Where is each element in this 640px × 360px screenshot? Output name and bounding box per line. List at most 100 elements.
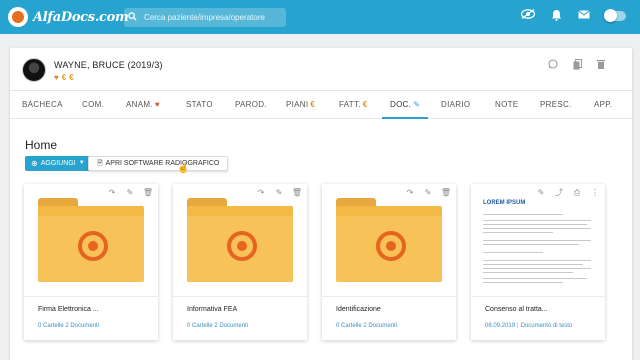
- eye-icon[interactable]: [520, 9, 536, 23]
- trash-icon[interactable]: [592, 59, 610, 73]
- mail-icon[interactable]: [576, 9, 592, 23]
- patient-info: WAYNE, BRUCE (2019/3) ♥ € €: [54, 58, 163, 82]
- card-title: Consenso al tratta...: [485, 306, 548, 313]
- plus-circle-icon: ⊕: [31, 159, 38, 168]
- add-button-label: AGGIUNGI: [40, 160, 76, 167]
- patient-name: WAYNE, BRUCE (2019/3): [54, 60, 163, 70]
- share-icon[interactable]: ⤴: [553, 188, 565, 198]
- tab-presc[interactable]: PRESC.: [540, 91, 572, 119]
- folder-card[interactable]: ↷ ✎ 🗑 Informativa FEA 0 Cartelle 2 Docum…: [173, 184, 307, 340]
- patient-header: WAYNE, BRUCE (2019/3) ♥ € €: [22, 58, 163, 82]
- bell-icon[interactable]: [548, 9, 564, 23]
- top-bar: AlfaDocs.com: [0, 0, 640, 34]
- card-meta: 08.09.2019 | Documento di testo: [485, 323, 573, 329]
- tab-piani[interactable]: PIANI €: [286, 91, 315, 119]
- tab-label: PRESC.: [540, 100, 572, 109]
- card-date: 08.09.2019: [485, 323, 516, 329]
- trash-icon[interactable]: 🗑: [142, 188, 154, 198]
- open-radiographic-software-button[interactable]: 🗎 APRI SOFTWARE RADIOGRAFICO: [88, 156, 229, 171]
- logo-text: AlfaDocs.com: [33, 9, 129, 25]
- page-title: Home: [25, 138, 58, 152]
- tab-fatt[interactable]: FATT. €: [339, 91, 368, 119]
- trash-icon[interactable]: 🗑: [440, 188, 452, 198]
- print-icon[interactable]: ⎙: [571, 188, 583, 198]
- lion-logo-icon: [227, 231, 257, 261]
- whatsapp-icon[interactable]: [544, 59, 562, 73]
- card-meta: 0 Cartelle 2 Documenti: [336, 323, 398, 329]
- tab-label: APP.: [594, 100, 613, 109]
- divider: [322, 296, 456, 297]
- tab-stato[interactable]: STATO: [186, 91, 213, 119]
- tab-label: STATO: [186, 100, 213, 109]
- search-bar: [124, 8, 286, 27]
- mouse-pointer-icon: ☝: [177, 163, 190, 174]
- edit-icon[interactable]: ✎: [273, 188, 285, 198]
- folder-icon: [187, 198, 293, 282]
- trash-icon[interactable]: 🗑: [291, 188, 303, 198]
- lion-logo-icon: [78, 231, 108, 261]
- edit-icon[interactable]: ✎: [535, 188, 547, 198]
- redo-icon[interactable]: ↷: [106, 188, 118, 198]
- tab-diario[interactable]: DIARIO: [441, 91, 470, 119]
- tab-label: NOTE: [495, 100, 519, 109]
- copy-icon[interactable]: [568, 59, 586, 73]
- tab-label: FATT.: [339, 100, 361, 109]
- card-actions: ✎ ⤴ ⎙ ⋮: [529, 188, 601, 198]
- avatar[interactable]: [22, 58, 46, 82]
- caret-down-icon: ▼: [78, 160, 85, 166]
- divider: [173, 296, 307, 297]
- add-button[interactable]: ⊕ AGGIUNGI ▼: [25, 156, 91, 171]
- folder-card[interactable]: ↷ ✎ 🗑 Identificazione 0 Cartelle 2 Docum…: [322, 184, 456, 340]
- folder-card[interactable]: ↷ ✎ 🗑 Firma Elettronica ... 0 Cartelle 2…: [24, 184, 158, 340]
- card-title: Identificazione: [336, 306, 381, 313]
- card-actions: ↷ ✎ 🗑: [398, 188, 452, 198]
- theme-toggle[interactable]: [604, 9, 626, 22]
- search-icon: [128, 11, 144, 24]
- lion-logo-icon: [376, 231, 406, 261]
- redo-icon[interactable]: ↷: [404, 188, 416, 198]
- redo-icon[interactable]: ↷: [255, 188, 267, 198]
- heart-icon: ♥: [54, 73, 59, 82]
- preview-logo: LOREM IPSUM: [483, 200, 526, 206]
- more-vert-icon[interactable]: ⋮: [589, 188, 601, 198]
- tab-app[interactable]: APP.: [594, 91, 612, 119]
- tab-anam[interactable]: ANAM. ♥: [126, 91, 160, 119]
- tab-label: ANAM.: [126, 100, 153, 109]
- top-icons: [508, 9, 626, 23]
- divider: [471, 296, 605, 297]
- patient-card: WAYNE, BRUCE (2019/3) ♥ € € BACHECA COM.…: [10, 48, 632, 360]
- tab-bacheca[interactable]: BACHECA: [22, 91, 63, 119]
- document-icon: 🗎: [97, 160, 103, 167]
- tab-bar: BACHECA COM. ANAM. ♥ STATO PAROD. PIANI € …: [10, 91, 632, 119]
- edit-icon[interactable]: ✎: [124, 188, 136, 198]
- euro-icon: €: [61, 73, 67, 82]
- tab-label: COM.: [82, 100, 105, 109]
- heart-icon: ♥: [154, 100, 160, 109]
- tab-label: PIANI: [286, 100, 309, 109]
- card-actions: ↷ ✎ 🗑: [249, 188, 303, 198]
- tab-parod[interactable]: PAROD.: [235, 91, 267, 119]
- tab-label: BACHECA: [22, 100, 63, 109]
- edit-icon[interactable]: ✎: [422, 188, 434, 198]
- radio-button-label: APRI SOFTWARE RADIOGRAFICO: [105, 160, 220, 167]
- card-type: Documento di testo: [520, 323, 573, 329]
- patient-badges: ♥ € €: [54, 73, 163, 82]
- euro-icon: €: [310, 100, 316, 109]
- app-logo[interactable]: AlfaDocs.com: [8, 7, 129, 27]
- tab-note[interactable]: NOTE: [495, 91, 518, 119]
- document-preview: LOREM IPSUM: [479, 192, 597, 290]
- euro-icon: €: [69, 73, 74, 82]
- tab-com[interactable]: COM.: [82, 91, 104, 119]
- lion-logo-icon: [8, 7, 28, 27]
- tab-label: DOC.: [390, 100, 412, 109]
- document-card[interactable]: LOREM IPSUM ✎ ⤴ ⎙ ⋮ Consenso al tratta..…: [471, 184, 605, 340]
- card-meta: 0 Cartelle 2 Documenti: [187, 323, 249, 329]
- divider: [24, 296, 158, 297]
- search-input[interactable]: [144, 9, 286, 26]
- euro-icon: €: [362, 100, 368, 109]
- card-actions: ↷ ✎ 🗑: [100, 188, 154, 198]
- card-meta: 0 Cartelle 2 Documenti: [38, 323, 100, 329]
- patient-actions: [538, 59, 610, 73]
- tab-doc[interactable]: DOC. ✎: [382, 91, 429, 119]
- folder-icon: [38, 198, 144, 282]
